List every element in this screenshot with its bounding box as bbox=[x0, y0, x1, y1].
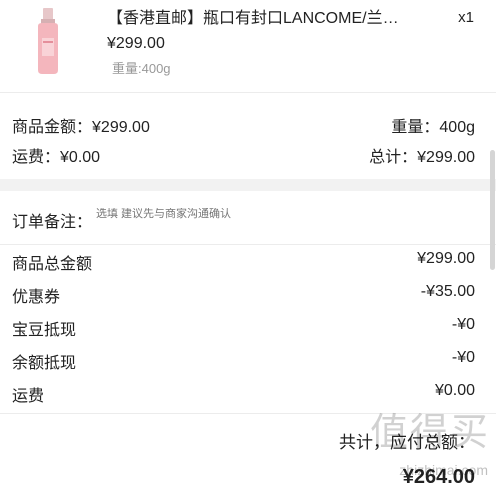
order-note-label: 订单备注： bbox=[12, 214, 93, 231]
cost-label-balance: 余额抵现 bbox=[12, 355, 77, 372]
cost-label-coupon[interactable]: 优惠券 bbox=[12, 283, 60, 307]
goods-amount-label: 商品金额： bbox=[12, 119, 93, 136]
cost-value-goods-total: ¥299.00 bbox=[417, 250, 475, 267]
shipping-fee-label: 运费： bbox=[12, 149, 61, 166]
scrollbar-thumb[interactable] bbox=[490, 150, 495, 270]
subtotal-value: ¥299.00 bbox=[417, 149, 475, 166]
lotion-bottle-icon bbox=[38, 8, 58, 74]
subtotal: 总计：¥299.00 bbox=[369, 143, 475, 167]
cost-value-beans: -¥0 bbox=[451, 316, 475, 333]
watermark-logo: 值得买 bbox=[369, 412, 490, 454]
goods-amount: 商品金额：¥299.00 bbox=[12, 113, 150, 137]
cost-value-coupon[interactable]: -¥35.00 bbox=[421, 283, 475, 301]
goods-amount-value: ¥299.00 bbox=[92, 119, 150, 136]
cost-label-shipping: 运费 bbox=[12, 388, 45, 405]
watermark-url: zhizhimai.com bbox=[399, 462, 488, 478]
order-note-input[interactable] bbox=[96, 208, 456, 220]
total-weight: 重量：400g bbox=[391, 113, 475, 137]
cost-value-shipping: ¥0.00 bbox=[434, 382, 475, 399]
order-summary: 商品金额：¥299.00 重量：400g 运费：¥0.00 总计：¥299.00 bbox=[0, 93, 496, 179]
shipping-fee-value: ¥0.00 bbox=[60, 149, 101, 166]
product-quantity: x1 bbox=[458, 9, 474, 26]
scrollbar[interactable] bbox=[490, 0, 496, 496]
cost-label-goods-total: 商品总金额 bbox=[12, 256, 93, 273]
shipping-fee: 运费：¥0.00 bbox=[12, 143, 100, 167]
total-weight-label: 重量： bbox=[391, 119, 440, 136]
product-price: ¥299.00 bbox=[107, 35, 165, 52]
product-weight: 重量:400g bbox=[112, 61, 171, 76]
order-note: 订单备注： bbox=[0, 191, 496, 245]
total-weight-value: 400g bbox=[439, 119, 475, 136]
subtotal-label: 总计： bbox=[369, 149, 418, 166]
section-divider bbox=[0, 179, 496, 191]
product-title[interactable]: 【香港直邮】瓶口有封口LANCOME/兰… bbox=[107, 9, 407, 29]
cost-label-beans: 宝豆抵现 bbox=[12, 322, 77, 339]
cost-value-balance: -¥0 bbox=[451, 349, 475, 366]
cost-breakdown: 商品总金额 ¥299.00 优惠券 -¥35.00 宝豆抵现 -¥0 余额抵现 … bbox=[0, 245, 496, 413]
order-product-section: 【香港直邮】瓶口有封口LANCOME/兰… x1 ¥299.00 重量:400g bbox=[0, 0, 496, 93]
